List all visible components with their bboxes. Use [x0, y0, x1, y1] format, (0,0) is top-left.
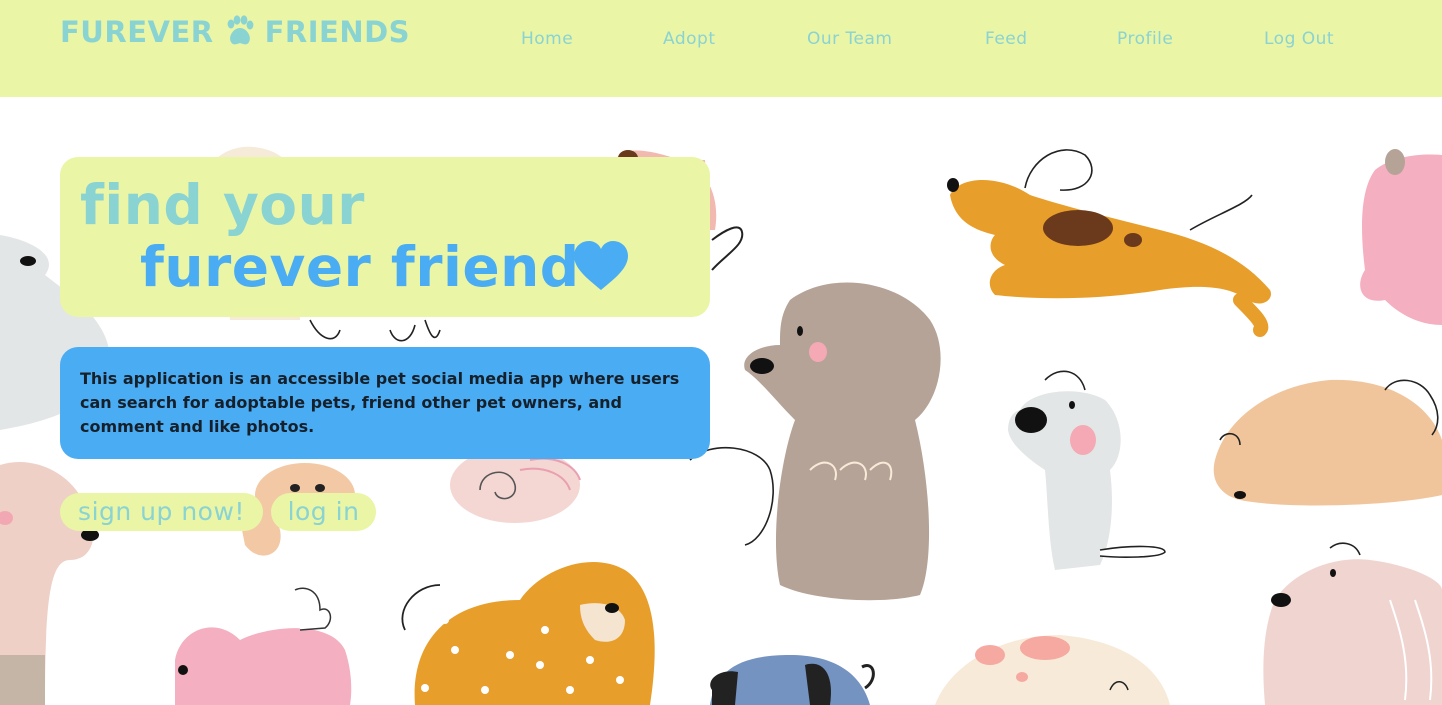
pink-small-dog-illustration	[175, 587, 352, 705]
paw-icon	[227, 15, 253, 45]
nav-log-out[interactable]: Log Out	[1264, 29, 1334, 51]
orange-chow-dog-illustration	[401, 561, 655, 705]
orange-running-dog-illustration	[947, 149, 1271, 337]
tan-sleeping-dog-illustration	[1213, 379, 1442, 506]
log-in-button[interactable]: log in	[271, 493, 376, 531]
pink-collie-illustration	[1263, 542, 1442, 705]
nav-our-team[interactable]: Our Team	[807, 29, 892, 51]
white-small-dog-illustration	[1008, 370, 1166, 570]
nav-adopt[interactable]: Adopt	[663, 29, 715, 51]
grey-poodle-illustration	[689, 282, 941, 601]
pink-dog-right-illustration	[1360, 149, 1442, 325]
heart-icon	[574, 241, 628, 290]
sign-up-button[interactable]: sign up now!	[60, 493, 263, 531]
blue-dog-illustration	[710, 655, 875, 705]
hero-title-line-1: find your	[80, 173, 365, 237]
site-logo[interactable]: FUREVER FRIENDS	[60, 14, 410, 50]
nav-profile[interactable]: Profile	[1117, 29, 1173, 51]
cream-spotted-dog-illustration	[935, 635, 1170, 705]
hero-title-line-2: furever friend	[140, 235, 580, 299]
logo-text-friends: FRIENDS	[264, 15, 411, 49]
nav-home[interactable]: Home	[521, 29, 573, 51]
logo-text-furever: FUREVER	[60, 15, 214, 49]
nav-feed[interactable]: Feed	[985, 29, 1028, 51]
app-description: This application is an accessible pet so…	[80, 369, 680, 436]
